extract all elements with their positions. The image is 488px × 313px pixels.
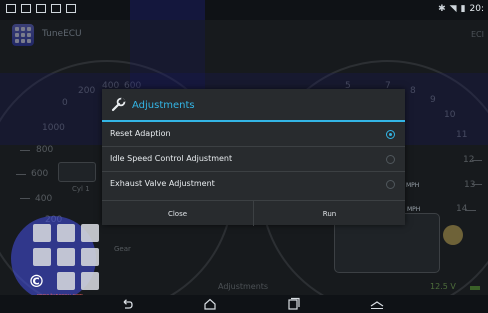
usb-icon: [21, 4, 31, 13]
watermark-tile: [81, 272, 99, 290]
option-exhaust-valve[interactable]: Exhaust Valve Adjustment: [102, 172, 405, 197]
home-icon[interactable]: [203, 297, 217, 311]
watermark-tile: [57, 248, 75, 266]
watermark-tile: [81, 224, 99, 242]
navigation-bar: [0, 295, 488, 313]
battery-icon: ▮: [460, 4, 466, 14]
dialog-title: Adjustments: [132, 100, 195, 111]
radio-button[interactable]: [386, 155, 395, 164]
wifi-icon: ◥: [449, 4, 457, 14]
speed-unit-bottom: MPH: [407, 206, 421, 213]
watermark-tile: [81, 248, 99, 266]
recent-apps-icon[interactable]: [287, 297, 301, 311]
option-label: Idle Speed Control Adjustment: [110, 154, 233, 163]
bluetooth-icon: ✱: [438, 4, 446, 14]
radio-button[interactable]: [386, 180, 395, 189]
image-icon: [51, 4, 61, 13]
wrench-icon: [111, 97, 126, 112]
option-idle-speed-control[interactable]: Idle Speed Control Adjustment: [102, 147, 405, 172]
option-label: Reset Adaption: [110, 129, 171, 138]
dialog-header: Adjustments: [102, 89, 405, 122]
run-button[interactable]: Run: [254, 201, 405, 226]
back-icon[interactable]: [120, 297, 134, 311]
screen: ✱ ◥ ▮ 20: TuneECU ECI 200 400 600 0 1000…: [0, 0, 488, 313]
option-reset-adaption[interactable]: Reset Adaption: [102, 122, 405, 147]
close-button[interactable]: Close: [102, 201, 254, 226]
notification-icon: [6, 4, 16, 13]
notification-icon: [66, 4, 76, 13]
dialog-button-bar: Close Run: [102, 200, 405, 226]
download-icon: [36, 4, 46, 13]
watermark-tile: [33, 248, 51, 266]
copyright-symbol: ©: [28, 272, 45, 292]
watermark-tile: [57, 224, 75, 242]
status-bar: ✱ ◥ ▮ 20:: [0, 0, 488, 20]
adjustments-dialog: Adjustments Reset Adaption Idle Speed Co…: [102, 89, 405, 226]
watermark-tile: [33, 224, 51, 242]
watermark-tile: [57, 272, 75, 290]
radio-button-selected[interactable]: [386, 130, 395, 139]
status-time: 20:: [469, 4, 484, 14]
menu-chevron-icon[interactable]: [370, 297, 384, 311]
speed-unit-top: MPH: [406, 182, 420, 189]
option-label: Exhaust Valve Adjustment: [110, 179, 215, 188]
